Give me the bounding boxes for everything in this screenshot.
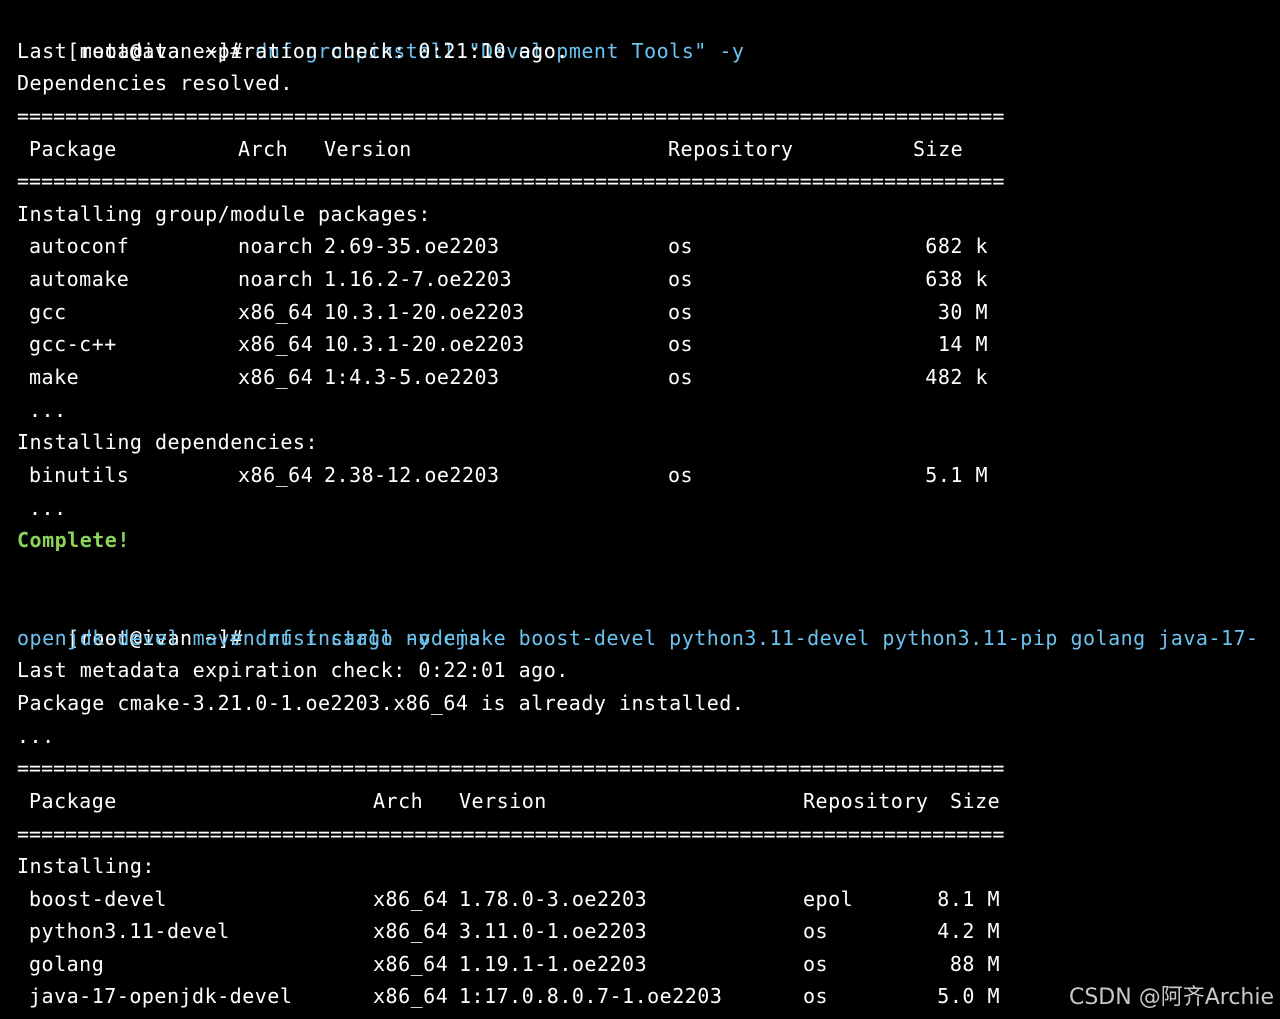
- package-version: 3.11.0-1.oe2203: [459, 919, 648, 943]
- ellipsis: ...: [29, 496, 67, 520]
- table-row: python3.11-devel x86_64 3.11.0-1.oe2203 …: [0, 915, 1280, 948]
- package-repo: os: [803, 919, 829, 943]
- package-arch: x86_64: [238, 300, 314, 324]
- table-rule: ========================================…: [17, 756, 1005, 780]
- package-arch: x86_64: [373, 984, 449, 1008]
- header-arch: Arch: [373, 789, 424, 813]
- package-version: 1.78.0-3.oe2203: [459, 887, 648, 911]
- header-package: Package: [29, 137, 117, 161]
- package-name: java-17-openjdk-devel: [29, 984, 293, 1008]
- package-repo: epol: [803, 887, 854, 911]
- package-arch: x86_64: [373, 887, 449, 911]
- table-header: Package Arch Version Repository Size: [0, 785, 1280, 818]
- package-version: 1:17.0.8.0.7-1.oe2203: [459, 984, 723, 1008]
- package-name: python3.11-devel: [29, 919, 230, 943]
- package-arch: x86_64: [238, 332, 314, 356]
- package-repo: os: [668, 267, 694, 291]
- package-name: gcc-c++: [29, 332, 117, 356]
- package-name: gcc: [29, 300, 67, 324]
- command-line: [root@ivan ~]# dnf groupinstall "Develop…: [17, 2, 744, 63]
- package-name: golang: [29, 952, 105, 976]
- package-size: 5.0 M: [937, 984, 1000, 1008]
- table-rule: ========================================…: [17, 169, 1005, 193]
- table-rule: ========================================…: [17, 104, 1005, 128]
- watermark: CSDN @阿齐Archie: [1068, 985, 1274, 1010]
- table-header: Package Arch Version Repository Size: [0, 133, 1280, 166]
- package-arch: noarch: [238, 267, 314, 291]
- package-size: 30 M: [937, 300, 988, 324]
- package-version: 10.3.1-20.oe2203: [324, 300, 525, 324]
- package-repo: os: [803, 952, 829, 976]
- package-version: 10.3.1-20.oe2203: [324, 332, 525, 356]
- ellipsis: ...: [29, 398, 67, 422]
- package-version: 1.16.2-7.oe2203: [324, 267, 513, 291]
- package-repo: os: [668, 234, 694, 258]
- package-repo: os: [668, 365, 694, 389]
- package-size: 88 M: [949, 952, 1000, 976]
- table-row: binutils x86_64 2.38-12.oe2203 os 5.1 M: [0, 459, 1280, 492]
- section-heading: Installing group/module packages:: [17, 202, 431, 226]
- command-line: [root@ivan ~]# dnf install -y cmake boos…: [17, 589, 1259, 650]
- package-arch: x86_64: [238, 463, 314, 487]
- output-line: Last metadata expiration check: 0:22:01 …: [17, 658, 569, 682]
- package-size: 638 k: [925, 267, 988, 291]
- terminal-window[interactable]: [root@ivan ~]# dnf groupinstall "Develop…: [0, 0, 1280, 1019]
- table-row: make x86_64 1:4.3-5.oe2203 os 482 k: [0, 361, 1280, 394]
- header-repository: Repository: [803, 789, 929, 813]
- table-row: boost-devel x86_64 1.78.0-3.oe2203 epol …: [0, 883, 1280, 916]
- table-row: gcc-c++ x86_64 10.3.1-20.oe2203 os 14 M: [0, 328, 1280, 361]
- package-arch: x86_64: [238, 365, 314, 389]
- package-arch: noarch: [238, 234, 314, 258]
- header-arch: Arch: [238, 137, 289, 161]
- package-name: make: [29, 365, 80, 389]
- header-version: Version: [459, 789, 547, 813]
- package-name: automake: [29, 267, 130, 291]
- package-arch: x86_64: [373, 952, 449, 976]
- package-arch: x86_64: [373, 919, 449, 943]
- table-row: autoconf noarch 2.69-35.oe2203 os 682 k: [0, 230, 1280, 263]
- table-row: automake noarch 1.16.2-7.oe2203 os 638 k: [0, 263, 1280, 296]
- table-row: golang x86_64 1.19.1-1.oe2203 os 88 M: [0, 948, 1280, 981]
- package-repo: os: [668, 332, 694, 356]
- output-line: Dependencies resolved.: [17, 71, 293, 95]
- package-name: autoconf: [29, 234, 130, 258]
- package-size: 682 k: [925, 234, 988, 258]
- table-row: gcc x86_64 10.3.1-20.oe2203 os 30 M: [0, 296, 1280, 329]
- header-size: Size: [913, 137, 964, 161]
- table-rule: ========================================…: [17, 822, 1005, 846]
- package-size: 5.1 M: [925, 463, 988, 487]
- package-name: binutils: [29, 463, 130, 487]
- section-heading: Installing dependencies:: [17, 430, 318, 454]
- command-text-continued: openjdk-devel maven rust cargo nodejs: [17, 626, 482, 650]
- section-heading: Installing:: [17, 854, 155, 878]
- package-version: 1:4.3-5.oe2203: [324, 365, 500, 389]
- ellipsis: ...: [17, 724, 55, 748]
- header-package: Package: [29, 789, 117, 813]
- package-repo: os: [803, 984, 829, 1008]
- complete-message: Complete!: [17, 528, 130, 552]
- package-version: 1.19.1-1.oe2203: [459, 952, 648, 976]
- package-version: 2.38-12.oe2203: [324, 463, 500, 487]
- header-size: Size: [950, 789, 1001, 813]
- package-size: 4.2 M: [937, 919, 1000, 943]
- package-repo: os: [668, 463, 694, 487]
- package-size: 8.1 M: [937, 887, 1000, 911]
- package-size: 14 M: [937, 332, 988, 356]
- output-line: Package cmake-3.21.0-1.oe2203.x86_64 is …: [17, 691, 745, 715]
- package-version: 2.69-35.oe2203: [324, 234, 500, 258]
- package-name: boost-devel: [29, 887, 167, 911]
- output-line: Last metadata expiration check: 0:21:10 …: [17, 39, 569, 63]
- package-repo: os: [668, 300, 694, 324]
- header-repository: Repository: [668, 137, 794, 161]
- header-version: Version: [324, 137, 412, 161]
- package-size: 482 k: [925, 365, 988, 389]
